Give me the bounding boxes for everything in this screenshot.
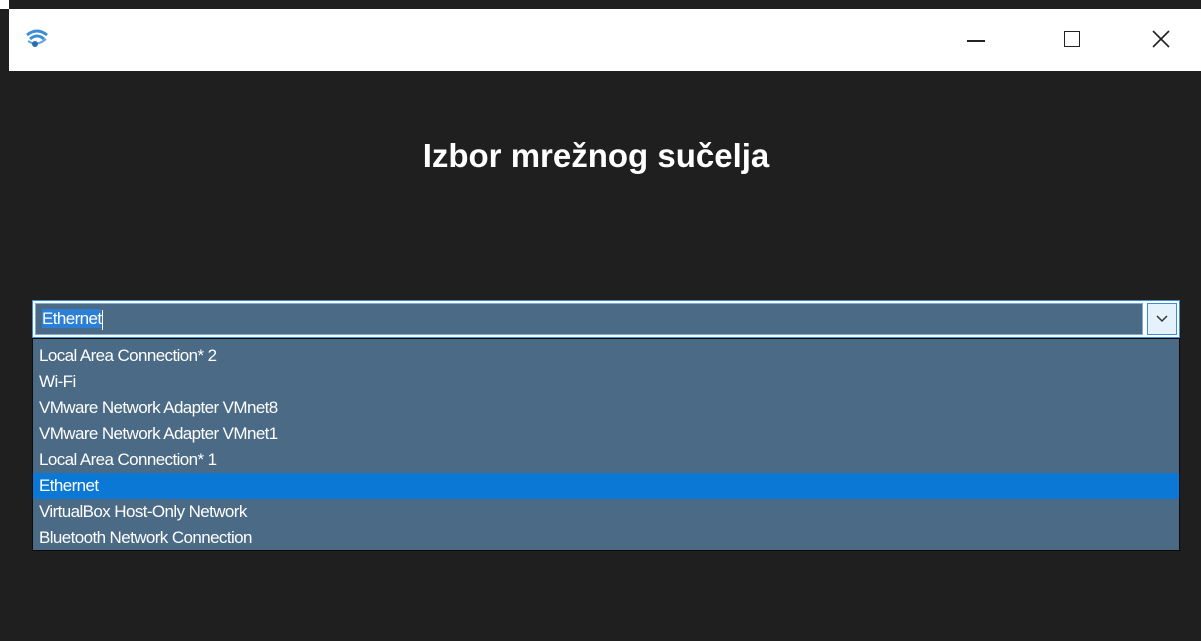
maximize-button[interactable] (1025, 9, 1121, 71)
dropdown-arrow-button[interactable] (1147, 303, 1177, 335)
dropdown-item[interactable]: VMware Network Adapter VMnet8 (33, 395, 1179, 421)
close-icon (1152, 30, 1170, 48)
window-left-edge (0, 0, 9, 641)
dropdown-item[interactable]: VMware Network Adapter VMnet1 (33, 421, 1179, 447)
combobox-input[interactable]: Ethernet (35, 303, 1143, 335)
page-title: Izbor mrežnog sučelja (422, 137, 770, 174)
minimize-button[interactable] (929, 9, 1025, 71)
dropdown-item[interactable]: Bluetooth Network Connection (33, 525, 1179, 551)
maximize-icon (1064, 31, 1080, 47)
dropdown-list[interactable]: Local Area Connection* 2 Wi-Fi VMware Ne… (32, 338, 1180, 551)
dropdown-item[interactable]: Wi-Fi (33, 369, 1179, 395)
title-bar[interactable] (9, 9, 1201, 71)
wifi-globe-icon (24, 27, 50, 51)
dropdown-item[interactable]: Local Area Connection* 2 (33, 343, 1179, 369)
network-interface-combobox[interactable]: Ethernet (32, 300, 1180, 338)
minimize-icon (967, 40, 985, 42)
chevron-down-icon (1156, 315, 1168, 323)
dropdown-item[interactable]: VirtualBox Host-Only Network (33, 499, 1179, 525)
combobox-value: Ethernet (42, 309, 102, 328)
dropdown-item[interactable]: Local Area Connection* 1 (33, 447, 1179, 473)
close-button[interactable] (1121, 9, 1201, 71)
text-caret (102, 309, 104, 330)
dropdown-item-selected[interactable]: Ethernet (33, 473, 1179, 499)
